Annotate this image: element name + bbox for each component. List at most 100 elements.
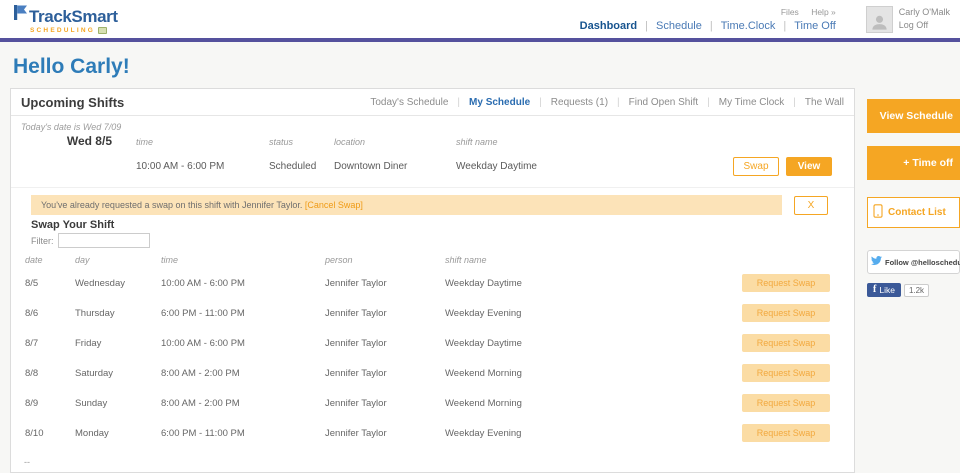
swap-col-date: date [25,255,43,265]
filter-input[interactable] [57,233,150,248]
filter-row: Filter: [31,233,854,248]
twitter-follow-button[interactable]: Follow @helloscheduling [867,250,960,274]
help-link[interactable]: Help » [811,7,836,17]
header-right: Files Help » Dashboard Schedule Time.Clo… [572,7,836,32]
contact-list-label: Contact List [888,207,946,218]
swap-row-person: Jennifer Taylor [325,397,387,409]
swap-row: 8/10 Monday 6:00 PM - 11:00 PM Jennifer … [11,418,854,448]
swap-col-time: time [161,255,179,265]
swap-button[interactable]: Swap [733,157,779,176]
facebook-like-count: 1.2k [903,283,930,297]
request-swap-button[interactable]: Request Swap [742,304,830,322]
shift-actions: Swap View [716,157,854,176]
swap-table-header: date day time person shift name [11,250,854,268]
swap-row-time: 10:00 AM - 6:00 PM [161,337,245,349]
swap-col-person: person [325,255,353,265]
col-header-location: location [334,137,366,147]
shift-status: Scheduled [269,161,317,172]
swap-col-shift-name: shift name [445,255,487,265]
request-swap-button[interactable]: Request Swap [742,394,830,412]
swap-row-person: Jennifer Taylor [325,337,387,349]
time-off-button[interactable]: + Time off [867,146,960,180]
swap-notice: You've already requested a swap on this … [31,195,782,215]
panel-title: Upcoming Shifts [21,95,125,110]
facebook-like-label: Like [879,285,895,295]
view-schedule-button[interactable]: View Schedule [867,99,960,133]
panel-head: Upcoming Shifts Today's Schedule My Sche… [11,89,854,116]
tab-todays-schedule[interactable]: Today's Schedule [370,97,448,108]
col-header-time: time [136,137,154,147]
content: Upcoming Shifts Today's Schedule My Sche… [0,88,960,473]
facebook-like-button[interactable]: f Like [867,283,901,297]
swap-row-time: 6:00 PM - 11:00 PM [161,427,245,439]
user-meta: Carly O'Malk Log Off [899,6,950,31]
swap-row-date: 8/6 [25,307,39,319]
greeting: Hello Carly! [13,55,130,78]
request-swap-button[interactable]: Request Swap [742,424,830,442]
swap-notice-row: You've already requested a swap on this … [31,195,828,215]
request-swap-button[interactable]: Request Swap [742,334,830,352]
logo[interactable]: TrackSmart SCHEDULING [10,4,118,34]
swap-row: 8/9 Sunday 8:00 AM - 2:00 PM Jennifer Ta… [11,388,854,418]
swap-row: 8/8 Saturday 8:00 AM - 2:00 PM Jennifer … [11,358,854,388]
shift-time: 10:00 AM - 6:00 PM [136,161,225,172]
swap-row-shift-name: Weekday Daytime [445,277,522,289]
app-header: TrackSmart SCHEDULING Files Help » Dashb… [0,0,960,38]
sidebar: View Schedule + Time off Contact List Fo… [867,88,960,297]
nav-time-off[interactable]: Time Off [783,20,836,32]
upcoming-header-row: Wed 8/5 time status location shift name [11,132,854,148]
log-off-link[interactable]: Log Off [899,19,950,32]
nav-dashboard[interactable]: Dashboard [580,20,637,32]
filter-label: Filter: [31,235,54,246]
tab-the-wall[interactable]: The Wall [793,97,844,108]
swap-row: 8/6 Thursday 6:00 PM - 11:00 PM Jennifer… [11,298,854,328]
swap-row-date: 8/8 [25,367,39,379]
facebook-like-widget: f Like 1.2k [867,283,960,297]
swap-row-shift-name: Weekday Daytime [445,337,522,349]
swap-row: 8/5 Wednesday 10:00 AM - 6:00 PM Jennife… [11,268,854,298]
contact-list-button[interactable]: Contact List [867,197,960,228]
swap-row-day: Sunday [75,397,108,409]
nav-time-clock[interactable]: Time.Clock [710,20,776,32]
logo-subtitle: SCHEDULING [30,26,95,34]
twitter-bird-icon [871,253,883,271]
upcoming-shifts-panel: Upcoming Shifts Today's Schedule My Sche… [10,88,855,473]
swap-row: 8/7 Friday 10:00 AM - 6:00 PM Jennifer T… [11,328,854,358]
tab-my-time-clock[interactable]: My Time Clock [707,97,785,108]
swap-row-time: 8:00 AM - 2:00 PM [161,367,240,379]
swap-notice-text: You've already requested a swap on this … [41,200,303,210]
tab-requests[interactable]: Requests (1) [539,97,608,108]
close-notice-button[interactable]: X [794,195,828,215]
main-nav: Dashboard Schedule Time.Clock Time Off [572,20,836,32]
swap-row-person: Jennifer Taylor [325,427,387,439]
swap-row-date: 8/7 [25,337,39,349]
cancel-swap-link[interactable]: [Cancel Swap] [305,200,363,210]
calendar-badge-icon [97,26,107,34]
swap-row-date: 8/5 [25,277,39,289]
facebook-icon: f [873,284,877,295]
swap-row-day: Saturday [75,367,114,379]
user-box: Carly O'Malk Log Off [865,5,950,33]
view-button[interactable]: View [786,157,832,176]
request-swap-button[interactable]: Request Swap [742,364,830,382]
files-link[interactable]: Files [781,7,799,17]
header-divider [0,38,960,42]
avatar [865,5,893,33]
logo-brand: TrackSmart [29,6,118,26]
swap-row-time: 10:00 AM - 6:00 PM [161,277,245,289]
shift-name: Weekday Daytime [456,161,537,172]
swap-row-person: Jennifer Taylor [325,307,387,319]
phone-icon [873,204,883,221]
col-header-shift-name: shift name [456,137,498,147]
swap-row-date: 8/10 [25,427,44,439]
tab-my-schedule[interactable]: My Schedule [457,97,530,108]
swap-row-day: Friday [75,337,102,349]
swap-section-title: Swap Your Shift [31,219,115,231]
panel-footer: -- [24,457,30,467]
panel-tabs: Today's Schedule My Schedule Requests (1… [361,97,844,108]
request-swap-button[interactable]: Request Swap [742,274,830,292]
today-date-note: Today's date is Wed 7/09 [21,122,122,132]
top-links: Files Help » [771,7,836,17]
tab-find-open-shift[interactable]: Find Open Shift [617,97,698,108]
nav-schedule[interactable]: Schedule [645,20,702,32]
